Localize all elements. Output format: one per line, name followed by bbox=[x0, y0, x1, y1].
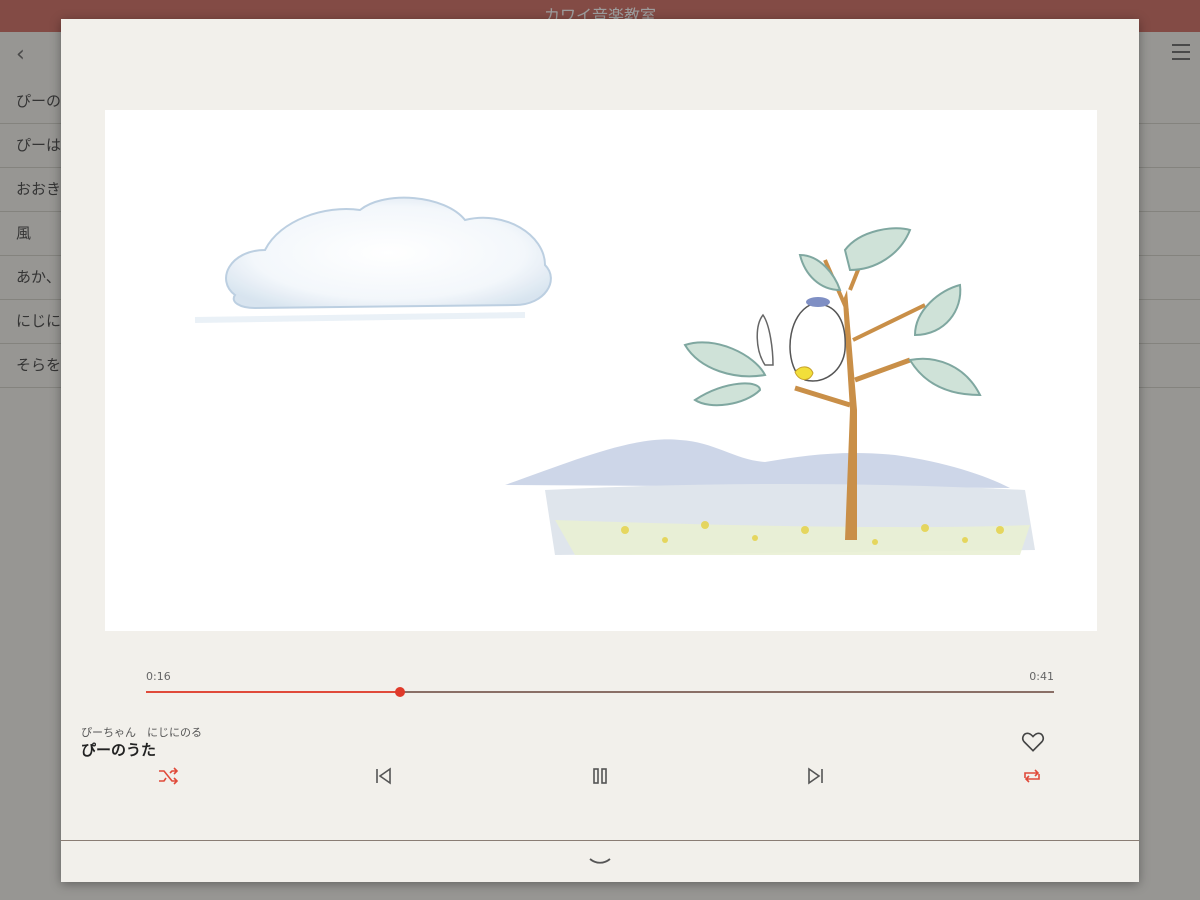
repeat-icon[interactable] bbox=[1018, 764, 1046, 788]
skip-next-icon[interactable] bbox=[802, 764, 830, 788]
progress-bar[interactable] bbox=[146, 687, 1054, 697]
player-modal: 0:16 0:41 ぴーちゃん にじにのる ぴーのうた bbox=[61, 19, 1139, 882]
duration: 0:41 bbox=[1029, 670, 1054, 683]
artwork-illustration bbox=[194, 196, 1035, 555]
skip-previous-icon[interactable] bbox=[369, 764, 397, 788]
shuffle-icon[interactable] bbox=[154, 764, 182, 788]
track-title: ぴーのうた bbox=[81, 741, 157, 759]
pause-icon[interactable] bbox=[586, 764, 614, 788]
current-time: 0:16 bbox=[146, 670, 171, 683]
progress-fill bbox=[146, 691, 401, 693]
cloud bbox=[194, 196, 552, 323]
progress-thumb[interactable] bbox=[395, 687, 406, 697]
chevron-down-icon[interactable] bbox=[584, 851, 616, 871]
artist-line: ぴーちゃん にじにのる bbox=[81, 726, 202, 739]
album-artwork bbox=[105, 110, 1097, 631]
footer-divider bbox=[61, 840, 1139, 841]
heart-icon[interactable] bbox=[1020, 729, 1046, 755]
hills bbox=[505, 439, 1035, 555]
